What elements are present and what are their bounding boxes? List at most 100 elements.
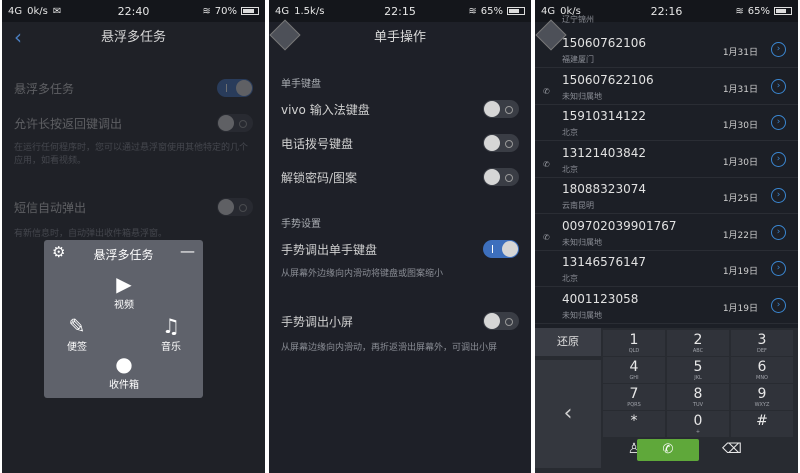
toggle-switch[interactable] — [217, 79, 253, 97]
details-arrow-icon[interactable]: › — [771, 224, 786, 240]
key-6[interactable]: 6 MNO — [731, 357, 793, 383]
popup-item-inbox[interactable]: ● 收件箱 — [99, 352, 149, 391]
call-log-row[interactable]: ✆ 150607622106 未知归属地 1月31日 › — [535, 69, 798, 105]
call-number: 150607622106 — [562, 72, 654, 87]
call-log-row[interactable]: 4001123058 未知归属地 1月19日 › — [535, 288, 798, 324]
call-number: 13121403842 — [562, 145, 646, 160]
details-arrow-icon[interactable]: › — [771, 188, 786, 203]
setting-label: 短信自动弹出 — [14, 200, 87, 215]
popup-item-video[interactable]: ▶ 视频 — [99, 272, 149, 311]
call-log-row[interactable]: 18088323074 云南昆明 1月25日 › — [535, 178, 798, 214]
toggle-switch[interactable] — [483, 100, 519, 118]
pencil-icon: ✎ — [68, 314, 86, 338]
setting-unlock-pattern[interactable]: 解锁密码/图案 — [269, 165, 531, 189]
key-8[interactable]: 8 TUV — [667, 384, 729, 410]
status-bar: 4G 1.5k/s 22:15 ≋ 65% — [269, 0, 531, 22]
key-digit: 5 — [693, 359, 703, 375]
battery-icon — [774, 7, 792, 15]
call-date: 1月25日 — [722, 194, 758, 204]
setting-gesture-small-screen[interactable]: 手势调出小屏 — [269, 309, 531, 333]
call-log-row[interactable]: 15060762106 福建厦门 1月31日 › — [535, 32, 798, 68]
popup-item-music[interactable]: ♫ 音乐 — [146, 314, 196, 353]
section-header: 单手键盘 — [281, 79, 321, 90]
call-log-row[interactable]: 15910314122 北京 1月30日 › — [535, 105, 798, 141]
key-5[interactable]: 5 JKL — [667, 357, 729, 383]
back-chevron-icon[interactable]: ‹ — [535, 360, 601, 468]
toggle-switch[interactable] — [217, 114, 253, 132]
key-digit: 6 — [757, 359, 767, 375]
toggle-switch[interactable] — [483, 312, 519, 330]
key-letters: WXYZ — [754, 402, 770, 408]
call-number: 15060762106 — [562, 36, 646, 50]
dial-pad: 还原 ‹ 1 QLD 2 ABC 3 DEF 4 GHI 5 JKL 6 MNO 7 PQRS 8 TUV 9 W… — [535, 328, 798, 473]
key-digit: 4 — [629, 359, 639, 375]
key-9[interactable]: 9 WXYZ — [731, 384, 793, 410]
key-digit: * — [630, 413, 638, 429]
outgoing-call-icon: ✆ — [543, 159, 550, 169]
setting-dialer-keyboard[interactable]: 电话拨号键盘 — [269, 131, 531, 155]
setting-label: vivo 输入法键盘 — [281, 102, 370, 117]
page-title: 单手操作 — [373, 30, 426, 45]
call-log-row[interactable]: ✆ 009702039901767 未知归属地 1月22日 › — [535, 215, 798, 251]
minimize-icon[interactable]: — — [180, 242, 195, 260]
details-arrow-icon[interactable]: › — [771, 115, 786, 130]
call-log-row[interactable]: 13146576147 北京 1月19日 › — [535, 251, 798, 287]
details-arrow-icon[interactable]: › — [771, 151, 786, 167]
key-0[interactable]: 0 + — [667, 411, 729, 437]
page-title-bar: 单手操作 — [269, 22, 531, 54]
toggle-switch[interactable] — [217, 198, 253, 216]
back-arrow-icon[interactable]: ‹ — [14, 22, 22, 52]
toggle-switch[interactable] — [483, 240, 519, 258]
backspace-icon[interactable]: ⌫ — [701, 439, 763, 467]
battery-icon — [241, 7, 259, 15]
screen-one-hand-mode: 4G 1.5k/s 22:15 ≋ 65% 单手操作 单手键盘 vivo 输入法键盘… — [269, 0, 531, 473]
popup-item-notes[interactable]: ✎ 便签 — [52, 314, 102, 353]
key-digit: # — [756, 413, 768, 429]
clock: 22:40 — [117, 5, 150, 18]
setting-vivo-keyboard[interactable]: vivo 输入法键盘 — [269, 97, 531, 121]
outgoing-call-icon: ✆ — [543, 232, 550, 242]
setting-long-press-back[interactable]: 允许长按返回键调出 — [2, 113, 265, 133]
setting-sms-popup[interactable]: 短信自动弹出 — [2, 197, 265, 217]
key-2[interactable]: 2 ABC — [667, 330, 729, 356]
popup-item-label: 视频 — [114, 300, 134, 311]
call-button[interactable]: ✆ — [637, 439, 699, 461]
toggle-switch[interactable] — [483, 168, 519, 186]
section-header: 手势设置 — [281, 219, 321, 230]
screen-floating-multitask: 4G 0k/s ✉ 22:40 ≋ 70% ‹ 悬浮多任务 悬浮多任务 允许长按返回键… — [2, 0, 265, 473]
details-arrow-icon[interactable]: › — [771, 297, 786, 313]
key-letters: DEF — [757, 348, 767, 354]
key-digit: 8 — [693, 386, 703, 402]
call-date: 1月30日 — [722, 121, 758, 131]
call-number: 15910314122 — [562, 109, 646, 123]
key-digit: 0 — [693, 413, 703, 429]
key-digit: 1 — [629, 332, 639, 348]
key-3[interactable]: 3 DEF — [731, 330, 793, 356]
call-number: 4001123058 — [562, 291, 639, 306]
call-location: 辽宁锦州 — [562, 15, 594, 24]
setting-label: 悬浮多任务 — [14, 81, 75, 96]
page-title: 悬浮多任务 — [100, 30, 166, 45]
key-digit: 7 — [629, 386, 639, 402]
key-1[interactable]: 1 QLD — [603, 330, 665, 356]
call-location: 未知归属地 — [562, 91, 602, 101]
restore-button[interactable]: 还原 — [535, 328, 601, 356]
multitask-popup: ⚙ 悬浮多任务 — ▶ 视频 ✎ 便签 ♫ 音乐 ● 收件箱 — [44, 240, 203, 398]
call-log-row[interactable]: ✆ 13121403842 北京 1月30日 › — [535, 142, 798, 178]
setting-label: 电话拨号键盘 — [281, 136, 354, 151]
chat-bubble-icon: ● — [115, 352, 133, 376]
call-date: 1月22日 — [722, 230, 758, 241]
details-arrow-icon[interactable]: › — [771, 42, 786, 57]
key-hash[interactable]: # — [731, 411, 793, 437]
call-location: 北京 — [562, 128, 578, 137]
call-number: 13146576147 — [562, 255, 646, 269]
video-icon: ▶ — [116, 272, 132, 296]
key-7[interactable]: 7 PQRS — [603, 384, 665, 410]
setting-floating-multitask[interactable]: 悬浮多任务 — [2, 78, 265, 98]
toggle-switch[interactable] — [483, 134, 519, 152]
setting-gesture-keyboard[interactable]: 手势调出单手键盘 — [269, 237, 531, 261]
key-star[interactable]: * — [603, 411, 665, 437]
details-arrow-icon[interactable]: › — [771, 261, 786, 276]
details-arrow-icon[interactable]: › — [771, 78, 786, 94]
key-4[interactable]: 4 GHI — [603, 357, 665, 383]
